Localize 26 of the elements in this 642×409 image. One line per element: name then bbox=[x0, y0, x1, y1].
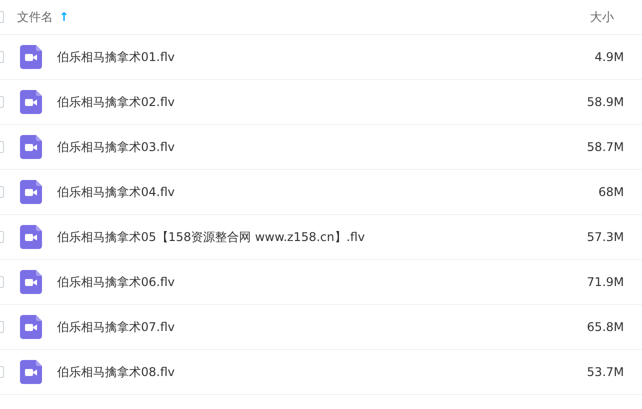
file-name[interactable]: 伯乐相马擒拿术04.flv bbox=[57, 184, 175, 200]
video-file-icon bbox=[20, 360, 42, 384]
file-name[interactable]: 伯乐相马擒拿术03.flv bbox=[57, 138, 175, 156]
video-file-icon bbox=[20, 135, 42, 159]
video-file-icon bbox=[20, 315, 42, 339]
video-file-icon bbox=[20, 270, 42, 294]
file-name[interactable]: 伯乐相马擒拿术08.flv bbox=[57, 364, 175, 380]
video-file-icon bbox=[20, 225, 42, 249]
file-name[interactable]: 伯乐相马擒拿术02.flv bbox=[57, 94, 175, 110]
file-name[interactable]: 伯乐相马擒拿术05【158资源整合网 www.z158.cn】.flv bbox=[57, 228, 365, 246]
file-name[interactable]: 伯乐相马擒拿术07.flv bbox=[57, 318, 175, 336]
file-size: 4.9M bbox=[594, 50, 624, 64]
file-size: 57.3M bbox=[586, 230, 624, 244]
column-header[interactable]: 文件名 bbox=[17, 8, 53, 26]
file-size: 68M bbox=[598, 185, 624, 199]
file-size: 53.7M bbox=[586, 365, 624, 379]
file-size: 71.9M bbox=[586, 275, 624, 289]
column-header[interactable]: 大小 bbox=[590, 8, 614, 26]
video-file-icon bbox=[20, 90, 42, 114]
file-size: 58.9M bbox=[586, 95, 624, 109]
video-file-icon bbox=[20, 45, 42, 69]
file-size: 65.8M bbox=[586, 320, 624, 334]
file-name[interactable]: 伯乐相马擒拿术01.flv bbox=[57, 48, 175, 66]
video-file-icon bbox=[20, 180, 42, 204]
file-size: 58.7M bbox=[586, 140, 624, 154]
file-name[interactable]: 伯乐相马擒拿术06.flv bbox=[57, 274, 175, 290]
